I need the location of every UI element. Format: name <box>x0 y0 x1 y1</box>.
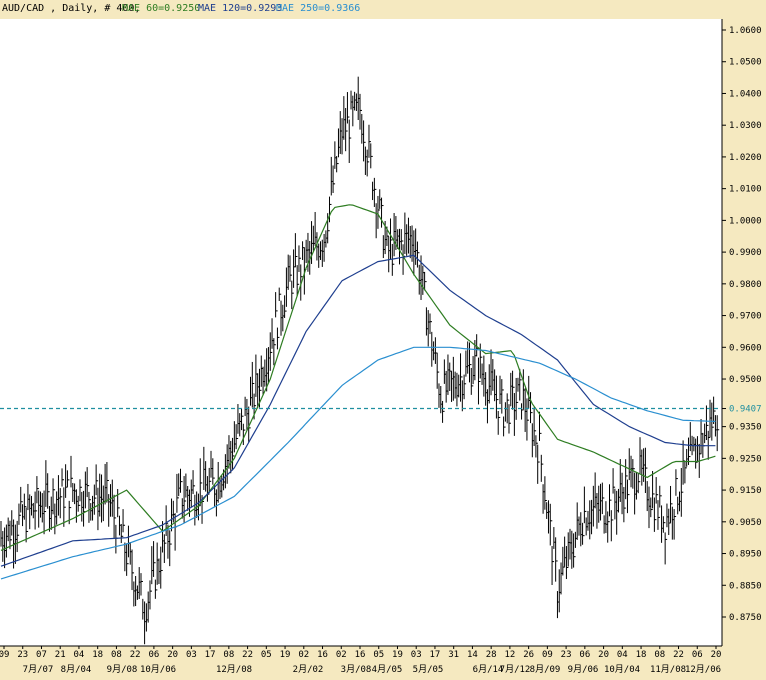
y-tick-label: 0.9900 <box>729 248 762 258</box>
x-day-label: 22 <box>673 650 684 660</box>
x-day-label: 20 <box>167 650 178 660</box>
x-month-label: 9月/08 <box>107 664 138 675</box>
y-tick-label: 0.9350 <box>729 423 762 433</box>
y-tick-label: 1.0500 <box>729 58 762 68</box>
plot-area <box>0 19 722 646</box>
x-month-label: 8月/09 <box>530 664 561 675</box>
x-day-label: 19 <box>280 650 291 660</box>
y-tick-label: 0.9700 <box>729 312 762 322</box>
chart-header-ma250: MAE 250=0.9366 <box>276 3 360 14</box>
x-day-label: 02 <box>336 650 347 660</box>
x-day-label: 08 <box>111 650 122 660</box>
x-day-label: 18 <box>636 650 647 660</box>
x-day-label: 04 <box>617 650 628 660</box>
x-day-label: 05 <box>373 650 384 660</box>
x-day-label: 26 <box>523 650 534 660</box>
x-day-label: 08 <box>654 650 665 660</box>
y-tick-label: 0.9600 <box>729 343 762 353</box>
x-day-label: 17 <box>205 650 216 660</box>
x-day-label: 05 <box>261 650 272 660</box>
x-day-label: 20 <box>711 650 722 660</box>
price-chart[interactable]: AUD/CAD , Daily, # 400, MAE 60=0.9250 MA… <box>0 0 766 680</box>
x-day-label: 17 <box>430 650 441 660</box>
y-tick-label: 0.9150 <box>729 486 762 496</box>
chart-header-ma120: MAE 120=0.9293 <box>198 3 282 14</box>
x-day-label: 23 <box>17 650 28 660</box>
x-day-label: 19 <box>392 650 403 660</box>
chart-header-symbol: AUD/CAD , Daily, # 400, <box>2 3 140 14</box>
y-tick-label: 1.0200 <box>729 153 762 163</box>
x-day-label: 28 <box>486 650 497 660</box>
x-day-label: 23 <box>561 650 572 660</box>
x-day-label: 16 <box>355 650 366 660</box>
x-month-label: 2月/02 <box>293 664 324 675</box>
y-tick-label: 1.0000 <box>729 216 762 226</box>
y-tick-label: 0.9800 <box>729 280 762 290</box>
x-month-label: 9月/06 <box>568 664 599 675</box>
x-month-label: 7月/12 <box>500 664 531 675</box>
chart-header-ma60: MAE 60=0.9250 <box>122 3 200 14</box>
y-tick-label: 0.8750 <box>729 613 762 623</box>
x-day-label: 22 <box>242 650 253 660</box>
x-day-label: 09 <box>542 650 553 660</box>
x-month-label: 10月/06 <box>140 664 176 675</box>
y-axis: 1.0600 1.0500 1.0400 1.0300 1.0200 1.0100 1.00… <box>722 26 762 623</box>
x-month-label: 7月/07 <box>23 664 54 675</box>
x-axis: 09 23 07 21 04 18 08 22 06 20 03 17 08 22 05 19 02 16 02 16… <box>0 646 721 675</box>
x-day-label: 20 <box>598 650 609 660</box>
x-day-label: 12 <box>504 650 515 660</box>
y-tick-label: 0.9050 <box>729 518 762 528</box>
y-tick-label: 0.8850 <box>729 581 762 591</box>
current-price-label: 0.9407 <box>729 405 762 415</box>
y-tick-label: 1.0600 <box>729 26 762 36</box>
x-day-label: 16 <box>317 650 328 660</box>
x-day-label: 04 <box>74 650 85 660</box>
x-month-label: 3月/08 <box>341 664 372 675</box>
x-day-label: 02 <box>298 650 309 660</box>
x-day-label: 06 <box>148 650 159 660</box>
x-month-label: 10月/04 <box>604 664 640 675</box>
x-day-label: 31 <box>448 650 459 660</box>
x-day-label: 21 <box>55 650 66 660</box>
y-tick-label: 0.8950 <box>729 550 762 560</box>
x-day-label: 03 <box>411 650 422 660</box>
y-tick-label: 0.9500 <box>729 375 762 385</box>
x-day-label: 09 <box>0 650 9 660</box>
x-day-label: 18 <box>92 650 103 660</box>
x-day-label: 22 <box>130 650 141 660</box>
x-day-label: 07 <box>36 650 47 660</box>
y-tick-label: 0.9250 <box>729 454 762 464</box>
x-day-label: 14 <box>467 650 478 660</box>
x-month-label: 11月/08 <box>650 664 686 675</box>
x-month-label: 8月/04 <box>61 664 92 675</box>
x-month-label: 12月/06 <box>685 664 721 675</box>
y-tick-label: 1.0400 <box>729 89 762 99</box>
x-month-label: 4月/05 <box>372 664 403 675</box>
x-month-label: 12月/08 <box>216 664 252 675</box>
x-day-label: 06 <box>579 650 590 660</box>
x-day-label: 03 <box>186 650 197 660</box>
x-day-label: 08 <box>223 650 234 660</box>
x-month-label: 5月/05 <box>413 664 444 675</box>
y-tick-label: 1.0100 <box>729 185 762 195</box>
x-day-label: 06 <box>692 650 703 660</box>
y-tick-label: 1.0300 <box>729 121 762 131</box>
